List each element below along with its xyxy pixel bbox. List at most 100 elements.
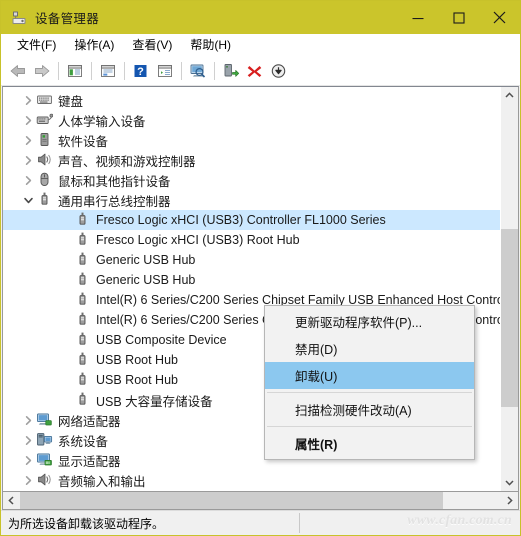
tree-device-row[interactable]: Generic USB Hub (3, 250, 501, 270)
tree-item-label: 显示适配器 (58, 454, 121, 469)
view-list-icon[interactable] (153, 59, 176, 82)
usb-device-icon (74, 331, 91, 349)
chevron-right-icon[interactable] (20, 110, 36, 130)
tree-item-label: USB Composite Device (96, 333, 227, 347)
toolbar-separator (181, 61, 182, 80)
properties-icon[interactable] (96, 59, 119, 82)
show-hide-console-tree-icon[interactable] (63, 59, 86, 82)
status-text: 为所选设备卸载该驱动程序。 (8, 516, 165, 531)
tree-item-label: 网络适配器 (58, 414, 121, 429)
context-menu-item[interactable]: 禁用(D) (265, 335, 474, 362)
uninstall-device-icon[interactable] (243, 59, 266, 82)
tree-item-label: Generic USB Hub (96, 253, 196, 267)
chevron-right-icon[interactable] (20, 410, 36, 430)
tree-device-row[interactable]: Fresco Logic xHCI (USB3) Controller FL10… (3, 210, 501, 230)
context-menu-item[interactable]: 扫描检测硬件改动(A) (265, 396, 474, 423)
usb-device-icon (74, 291, 91, 309)
menu-view[interactable]: 查看(V) (124, 34, 180, 56)
device-manager-window: 设备管理器 文件(F) 操作(A) 查看(V) 帮助(H) ? 键盘 人体学输入… (0, 0, 521, 536)
status-divider (299, 513, 300, 533)
tree-device-row[interactable]: Fresco Logic xHCI (USB3) Root Hub (3, 230, 501, 250)
usb-icon (36, 191, 53, 209)
title-bar: 设备管理器 (1, 1, 520, 34)
tree-category-row[interactable]: 音频输入和输出 (3, 470, 501, 490)
chevron-right-icon[interactable] (20, 470, 36, 490)
tree-item-label: Fresco Logic xHCI (USB3) Root Hub (96, 233, 300, 247)
mouse-icon (36, 171, 53, 189)
vertical-scroll-thumb[interactable] (501, 229, 518, 407)
context-menu-item[interactable]: 属性(R) (265, 430, 474, 457)
tree-category-row[interactable]: 键盘 (3, 90, 501, 110)
system-device-icon (36, 431, 53, 449)
scroll-left-button[interactable] (3, 492, 20, 509)
update-driver-icon[interactable] (219, 59, 242, 82)
menu-file[interactable]: 文件(F) (9, 34, 64, 56)
toolbar-separator (58, 61, 59, 80)
software-device-icon (36, 131, 53, 149)
close-button[interactable] (479, 1, 520, 34)
menu-action[interactable]: 操作(A) (66, 34, 122, 56)
usb-device-icon (74, 211, 91, 229)
tree-item-label: 音频输入和输出 (58, 474, 146, 489)
back-icon[interactable] (6, 59, 29, 82)
tree-category-row[interactable]: 鼠标和其他指针设备 (3, 170, 501, 190)
scroll-right-button[interactable] (501, 492, 518, 509)
window-controls (397, 1, 520, 34)
scroll-down-button[interactable] (501, 474, 518, 491)
maximize-button[interactable] (438, 1, 479, 34)
vertical-scrollbar[interactable] (500, 87, 518, 491)
context-menu: 更新驱动程序软件(P)... 禁用(D) 卸载(U) 扫描检测硬件改动(A) 属性(R) (264, 305, 475, 460)
tree-item-label: USB Root Hub (96, 353, 178, 367)
tree-item-label: 通用串行总线控制器 (58, 194, 171, 209)
watermark: www.cfan.com.cn (407, 513, 512, 528)
tree-device-row[interactable]: Generic USB Hub (3, 270, 501, 290)
context-menu-item[interactable]: 更新驱动程序软件(P)... (265, 308, 474, 335)
chevron-down-icon[interactable] (20, 190, 36, 210)
usb-device-icon (74, 251, 91, 269)
chevron-right-icon[interactable] (20, 130, 36, 150)
scroll-up-button[interactable] (501, 87, 518, 104)
context-menu-item[interactable]: 卸载(U) (265, 362, 474, 389)
tree-item-label: Fresco Logic xHCI (USB3) Controller FL10… (96, 213, 386, 227)
chevron-right-icon[interactable] (20, 90, 36, 110)
help-icon[interactable]: ? (129, 59, 152, 82)
minimize-button[interactable] (397, 1, 438, 34)
usb-device-icon (74, 271, 91, 289)
tree-category-row[interactable]: 人体学输入设备 (3, 110, 501, 130)
tree-item-label: 键盘 (58, 94, 84, 109)
device-manager-icon (11, 10, 27, 26)
hid-icon (36, 111, 54, 129)
status-bar: 为所选设备卸载该驱动程序。 www.cfan.com.cn (1, 510, 520, 535)
horizontal-scroll-track[interactable] (20, 492, 501, 509)
tree-category-row[interactable]: 通用串行总线控制器 (3, 190, 501, 210)
horizontal-scrollbar[interactable] (2, 492, 519, 510)
horizontal-scroll-thumb[interactable] (20, 492, 444, 509)
scan-hardware-changes-icon[interactable] (186, 59, 209, 82)
forward-icon[interactable] (30, 59, 53, 82)
tree-item-label: 软件设备 (58, 134, 109, 149)
disable-device-icon[interactable] (267, 59, 290, 82)
toolbar-separator (124, 61, 125, 80)
chevron-right-icon[interactable] (20, 430, 36, 450)
device-tree-panel: 键盘人体学输入设备 软件设备 声音、视频和游戏控制器 鼠标和其他指针设备通用串行总线控… (2, 86, 519, 492)
menu-bar: 文件(F) 操作(A) 查看(V) 帮助(H) (1, 34, 520, 56)
usb-device-icon (74, 391, 91, 409)
tree-category-row[interactable]: 软件设备 (3, 130, 501, 150)
chevron-right-icon[interactable] (20, 150, 36, 170)
network-icon (36, 411, 53, 429)
chevron-right-icon[interactable] (20, 170, 36, 190)
chevron-right-icon[interactable] (20, 450, 36, 470)
tree-item-label: 人体学输入设备 (58, 114, 146, 129)
tree-item-label: USB 大容量存储设备 (96, 394, 213, 409)
toolbar: ? (1, 56, 520, 86)
context-menu-separator (267, 426, 472, 427)
tree-category-row[interactable]: 声音、视频和游戏控制器 (3, 150, 501, 170)
menu-help[interactable]: 帮助(H) (182, 34, 239, 56)
